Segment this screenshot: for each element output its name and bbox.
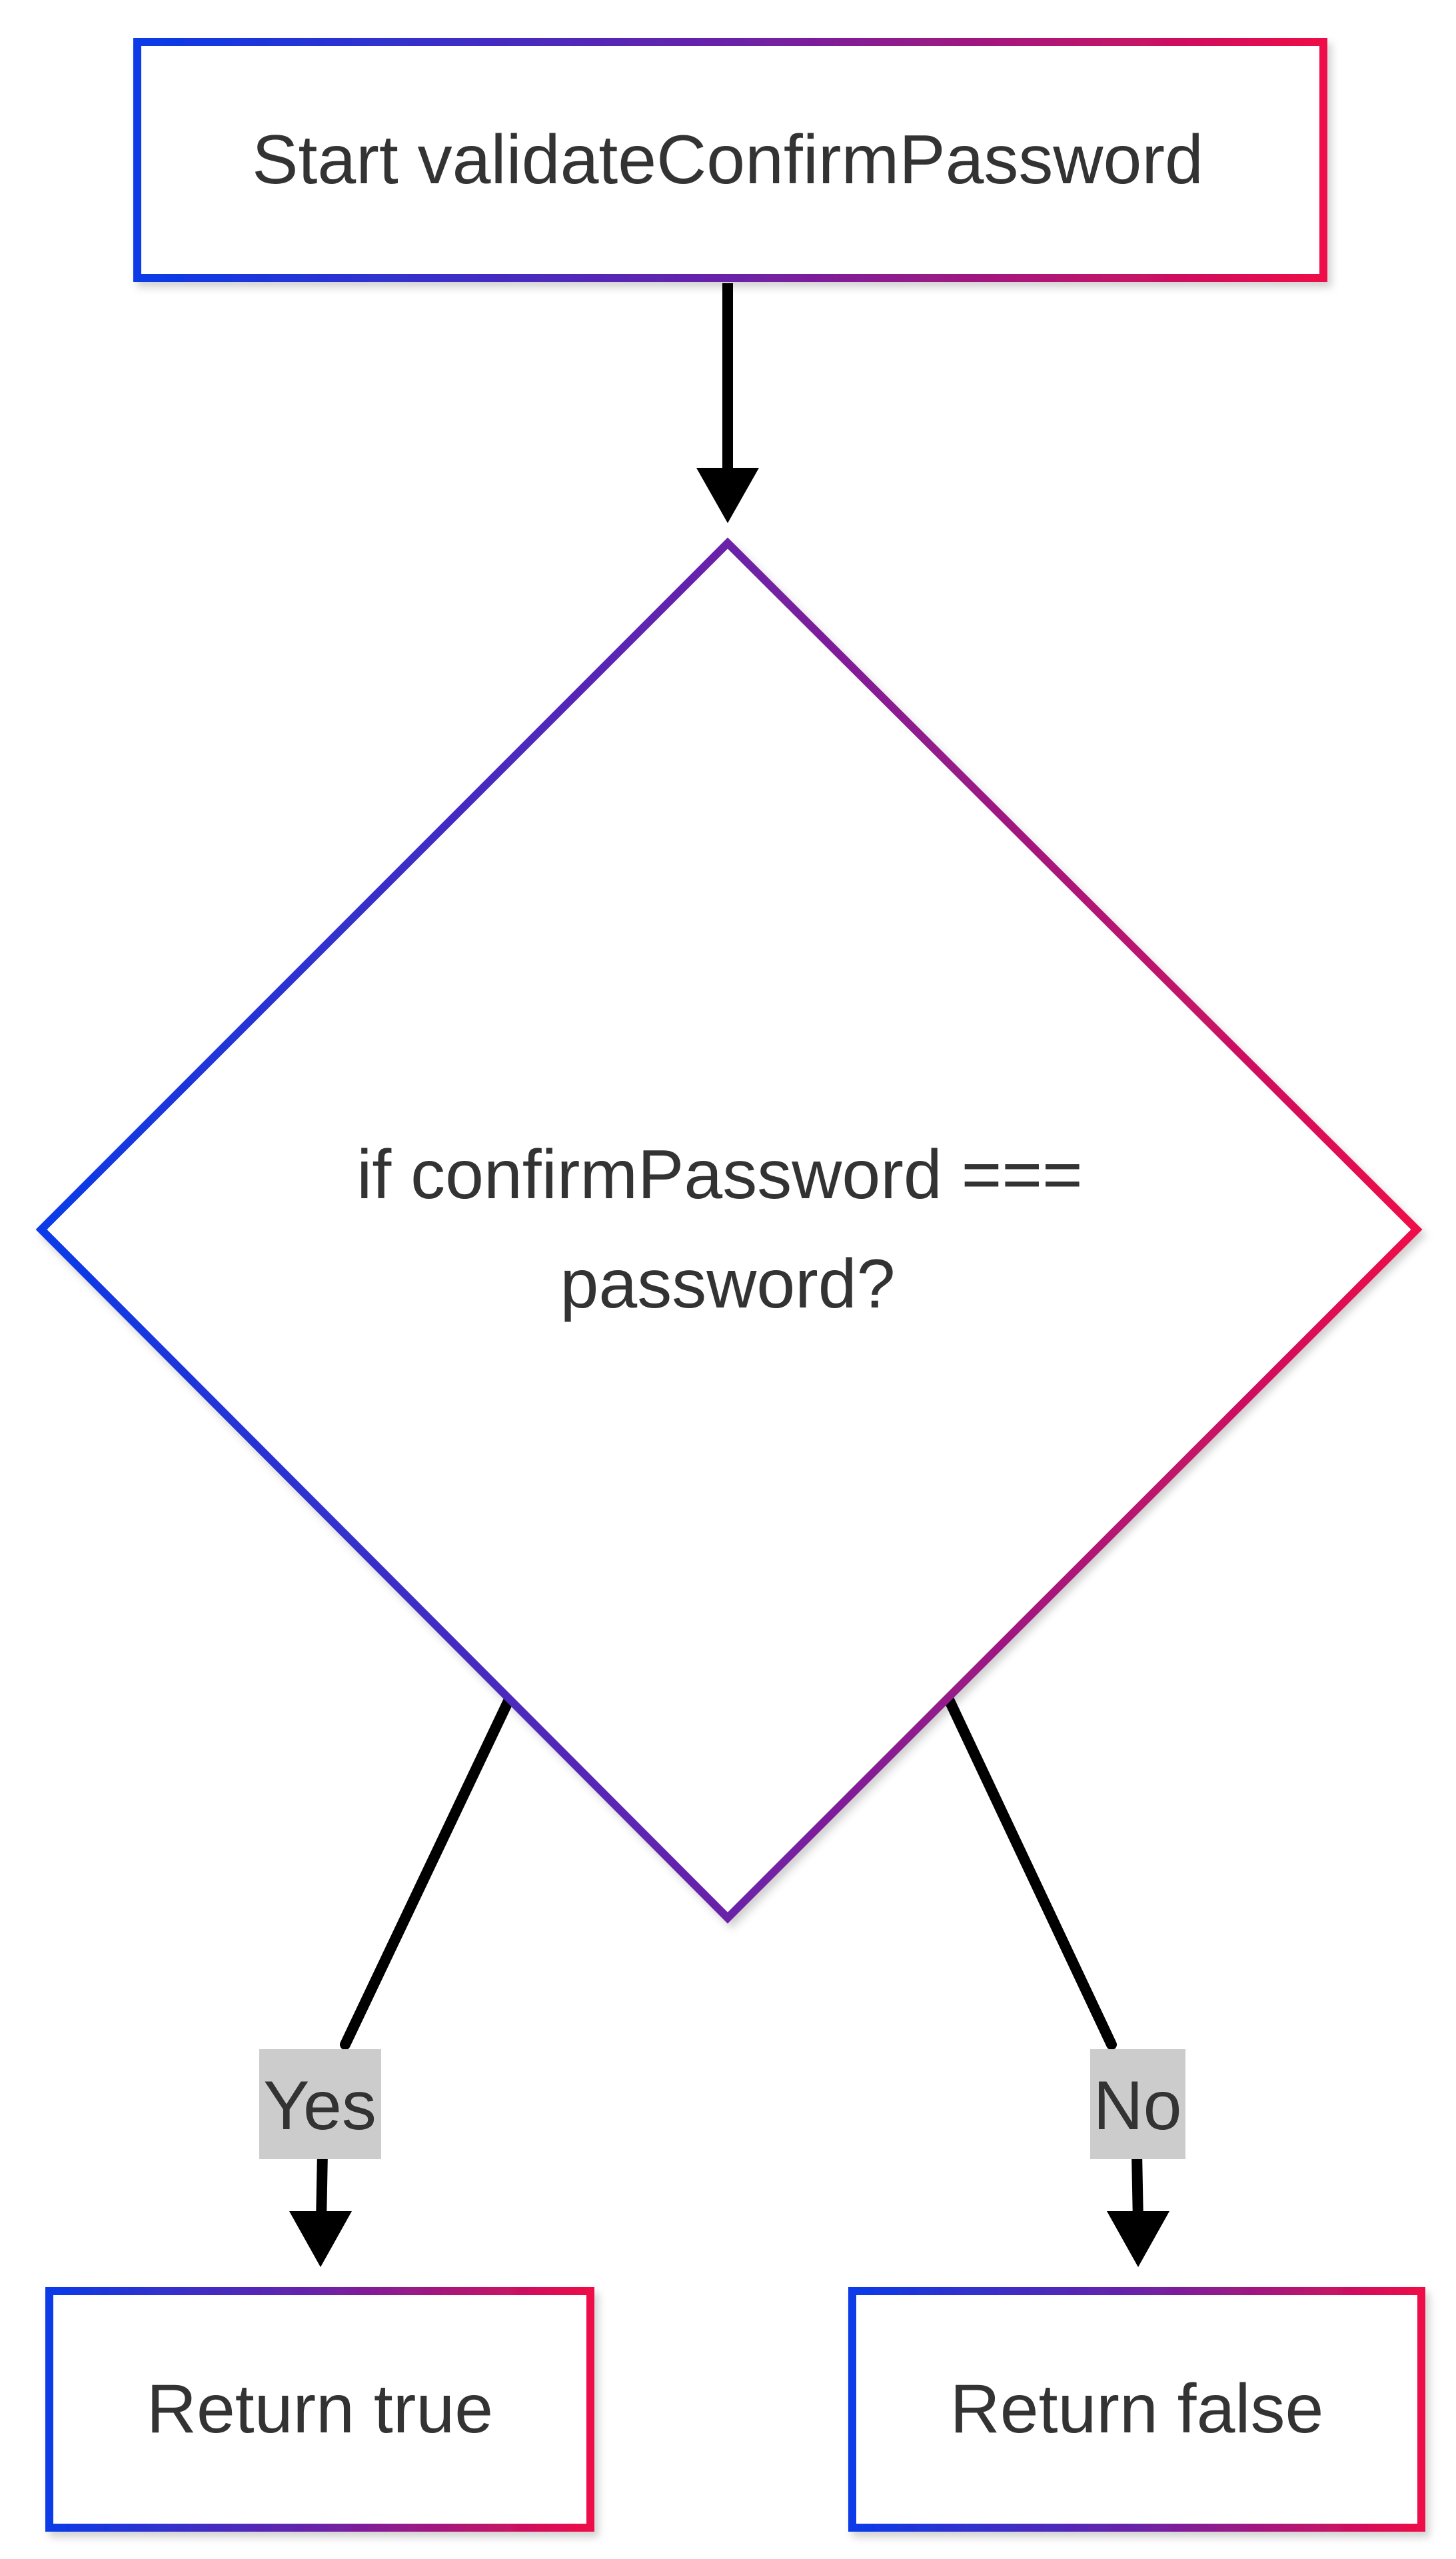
node-decision: if confirmPassword === password? (35, 537, 1423, 1924)
edge-label-no-text: No (1093, 2067, 1182, 2144)
node-return-true-label: Return true (147, 2370, 493, 2448)
node-start-label: Start validateConfirmPassword (252, 121, 1203, 199)
node-decision-label-line2: password? (560, 1246, 896, 1323)
node-return-false-label: Return false (950, 2370, 1324, 2448)
arrowhead-icon (696, 468, 759, 523)
edge-yes (289, 1693, 515, 2267)
edge-label-yes: Yes (259, 2049, 381, 2159)
edge-start-to-decision (696, 283, 759, 523)
edge-label-no: No (1090, 2049, 1185, 2159)
flowchart-diagram: Yes No Start validateConfirmPassword if … (35, 38, 1425, 2532)
node-decision-label-line1: if confirmPassword === (357, 1136, 1083, 1214)
node-return-true: Return true (45, 2287, 594, 2532)
arrowhead-icon (289, 2211, 352, 2267)
node-return-false: Return false (848, 2287, 1425, 2532)
node-start: Start validateConfirmPassword (133, 38, 1327, 282)
edge-no (943, 1693, 1169, 2267)
edge-label-yes-text: Yes (263, 2067, 376, 2144)
arrowhead-icon (1107, 2211, 1169, 2267)
